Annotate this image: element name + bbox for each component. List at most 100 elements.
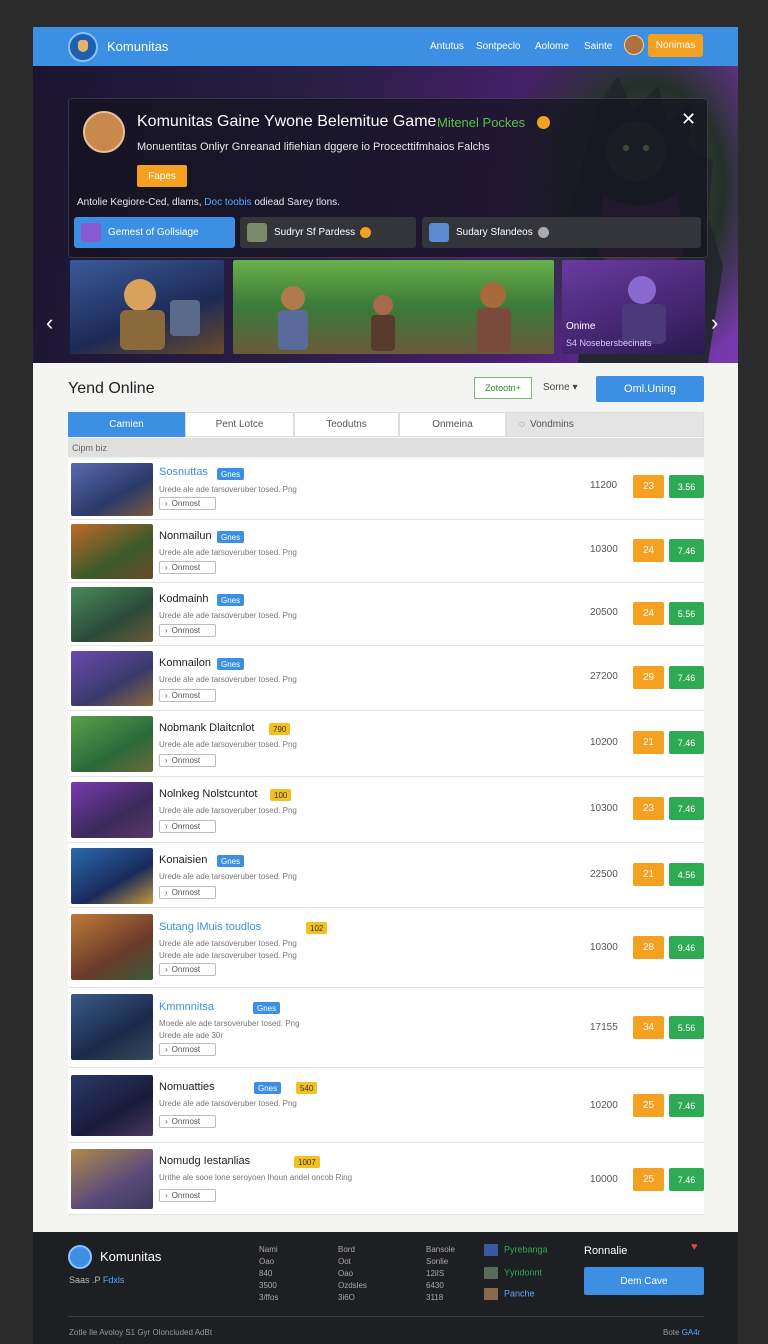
tab-1[interactable]: Camien xyxy=(68,412,185,437)
footer-link[interactable]: 840 xyxy=(259,1268,278,1280)
game-row[interactable]: Nonmailun Gnes Urede ale ade tarsoverube… xyxy=(68,520,704,583)
game-action-button[interactable]: › Onrnost xyxy=(159,1043,216,1056)
game-rating[interactable]: 7.46 xyxy=(669,731,704,754)
footer-side-link-3[interactable]: Panche xyxy=(484,1288,535,1300)
footer-link[interactable]: Nami xyxy=(259,1244,278,1256)
game-name[interactable]: Sutang lMuis toudlos xyxy=(159,921,261,933)
game-row[interactable]: Sosnuttas Gnes Urede ale ade tarsoverube… xyxy=(68,459,704,520)
footer-right-link[interactable]: Bote GA4r xyxy=(663,1328,700,1337)
footer-side-link-2[interactable]: Yyndonnt xyxy=(484,1267,542,1279)
game-score[interactable]: 28 xyxy=(633,936,664,959)
tab-2[interactable]: Pent Lotce xyxy=(185,412,294,437)
footer-link[interactable]: 3118 xyxy=(426,1292,455,1304)
footer-link[interactable]: 3500 xyxy=(259,1280,278,1292)
game-rating[interactable]: 7.46 xyxy=(669,666,704,689)
game-row[interactable]: Komnailon Gnes Urede ale ade tarsoverube… xyxy=(68,646,704,711)
footer-link[interactable]: Oao xyxy=(338,1268,367,1280)
game-action-button[interactable]: › Onrnost xyxy=(159,1115,216,1128)
nav-button[interactable]: Nonimas xyxy=(648,34,703,57)
game-name[interactable]: Kmmnnitsa xyxy=(159,1001,214,1013)
hero-tab-3[interactable]: Sudary Sfandeos xyxy=(422,217,701,248)
game-row[interactable]: Nomuatties Gnes 540 Urede ale ade tarsov… xyxy=(68,1068,704,1143)
game-score[interactable]: 29 xyxy=(633,666,664,689)
tab-4[interactable]: Onmeina xyxy=(399,412,506,437)
footer-link[interactable]: Sonlie xyxy=(426,1256,455,1268)
footer-side-link-1[interactable]: Pyrebanga xyxy=(484,1244,548,1256)
logo-icon[interactable] xyxy=(68,32,98,62)
game-row[interactable]: Nolnkeg Nolstcuntot 100 Urede ale ade ta… xyxy=(68,777,704,843)
heart-icon[interactable]: ♥ xyxy=(691,1241,698,1253)
game-rating[interactable]: 3.56 xyxy=(669,475,704,498)
game-score[interactable]: 21 xyxy=(633,731,664,754)
game-rating[interactable]: 9.46 xyxy=(669,936,704,959)
game-action-button[interactable]: › Onrnost xyxy=(159,1189,216,1202)
game-action-button[interactable]: › Onrnost xyxy=(159,820,216,833)
game-score[interactable]: 23 xyxy=(633,797,664,820)
footer-link[interactable]: 12iIS xyxy=(426,1268,455,1280)
carousel-prev-icon[interactable]: ‹ xyxy=(46,310,53,336)
game-rating[interactable]: 5.56 xyxy=(669,1016,704,1039)
footer-link[interactable]: Oot xyxy=(338,1256,367,1268)
sort-dropdown[interactable]: Sorne ▾ xyxy=(543,382,578,393)
footer-cta-button[interactable]: Dem Cave xyxy=(584,1267,704,1295)
game-name[interactable]: Nolnkeg Nolstcuntot xyxy=(159,788,257,800)
footer-logo-icon[interactable] xyxy=(68,1245,92,1269)
game-score[interactable]: 23 xyxy=(633,475,664,498)
game-score[interactable]: 34 xyxy=(633,1016,664,1039)
game-name[interactable]: Kodmainh xyxy=(159,593,209,605)
tab-5[interactable]: ◌ Vondmins xyxy=(506,412,704,437)
game-name[interactable]: Konaisien xyxy=(159,854,207,866)
carousel-thumb-2[interactable] xyxy=(233,260,554,354)
footer-link[interactable]: 6430 xyxy=(426,1280,455,1292)
hero-tab-2[interactable]: Sudryr Sf Pardess xyxy=(240,217,416,248)
footer-link[interactable]: Oao xyxy=(259,1256,278,1268)
footer-brand[interactable]: Komunitas xyxy=(100,1249,161,1264)
carousel-thumb-1[interactable] xyxy=(70,260,224,354)
close-icon[interactable]: ✕ xyxy=(681,109,696,130)
tab-3[interactable]: Teodutns xyxy=(294,412,399,437)
hero-tab-1[interactable]: Gemest of Gollsiage xyxy=(74,217,235,248)
game-action-button[interactable]: › Onrnost xyxy=(159,886,216,899)
game-row[interactable]: Konaisien Gnes Urede ale ade tarsoverube… xyxy=(68,843,704,908)
game-row[interactable]: Nomudg Iestanlias 1007 Urithe ale sooe l… xyxy=(68,1143,704,1215)
game-score[interactable]: 24 xyxy=(633,539,664,562)
game-name[interactable]: Nomuatties xyxy=(159,1081,215,1093)
nav-link-3[interactable]: Aolome xyxy=(535,41,569,52)
game-score[interactable]: 21 xyxy=(633,863,664,886)
game-name[interactable]: Sosnuttas xyxy=(159,466,208,478)
game-rating[interactable]: 5.56 xyxy=(669,602,704,625)
game-action-button[interactable]: › Onrnost xyxy=(159,497,216,510)
carousel-next-icon[interactable]: › xyxy=(711,310,718,336)
game-row[interactable]: Nobmank Dlaitcnlot 790 Urede ale ade tar… xyxy=(68,711,704,777)
footer-link[interactable]: Bansole xyxy=(426,1244,455,1256)
game-row[interactable]: Sutang lMuis toudlos 102 Urede ale ade t… xyxy=(68,908,704,988)
game-rating[interactable]: 7.46 xyxy=(669,1168,704,1191)
game-score[interactable]: 25 xyxy=(633,1094,664,1117)
game-name[interactable]: Nonmailun xyxy=(159,530,212,542)
game-rating[interactable]: 7.46 xyxy=(669,1094,704,1117)
nav-link-2[interactable]: Sontpeclo xyxy=(476,41,520,52)
game-score[interactable]: 25 xyxy=(633,1168,664,1191)
game-action-button[interactable]: › Onrnost xyxy=(159,624,216,637)
user-avatar[interactable] xyxy=(624,35,644,55)
game-action-button[interactable]: › Onrnost xyxy=(159,689,216,702)
footer-link[interactable]: 3i6O xyxy=(338,1292,367,1304)
hero-button[interactable]: Fapes xyxy=(137,165,187,187)
game-action-button[interactable]: › Onrnost xyxy=(159,561,216,574)
footer-link[interactable]: 3/ffos xyxy=(259,1292,278,1304)
game-name[interactable]: Nomudg Iestanlias xyxy=(159,1155,250,1167)
game-action-button[interactable]: › Onrnost xyxy=(159,963,216,976)
game-score[interactable]: 24 xyxy=(633,602,664,625)
footer-link[interactable]: Ozdsles xyxy=(338,1280,367,1292)
game-name[interactable]: Komnailon xyxy=(159,657,211,669)
footer-link[interactable]: Bord xyxy=(338,1244,367,1256)
game-name[interactable]: Nobmank Dlaitcnlot xyxy=(159,722,254,734)
nav-link-4[interactable]: Sainte xyxy=(584,41,612,52)
filter-chip[interactable]: Zotootn+ xyxy=(474,377,532,399)
hero-tag[interactable]: Mitenel Pockes xyxy=(437,115,525,130)
game-row[interactable]: Kodmainh Gnes Urede ale ade tarsoveruber… xyxy=(68,583,704,646)
brand-name[interactable]: Komunitas xyxy=(107,39,168,54)
nav-link-1[interactable]: Antutus xyxy=(430,41,464,52)
carousel-thumb-3[interactable]: Onime S4 Nosebersbecinats xyxy=(562,260,705,354)
game-rating[interactable]: 4.56 xyxy=(669,863,704,886)
